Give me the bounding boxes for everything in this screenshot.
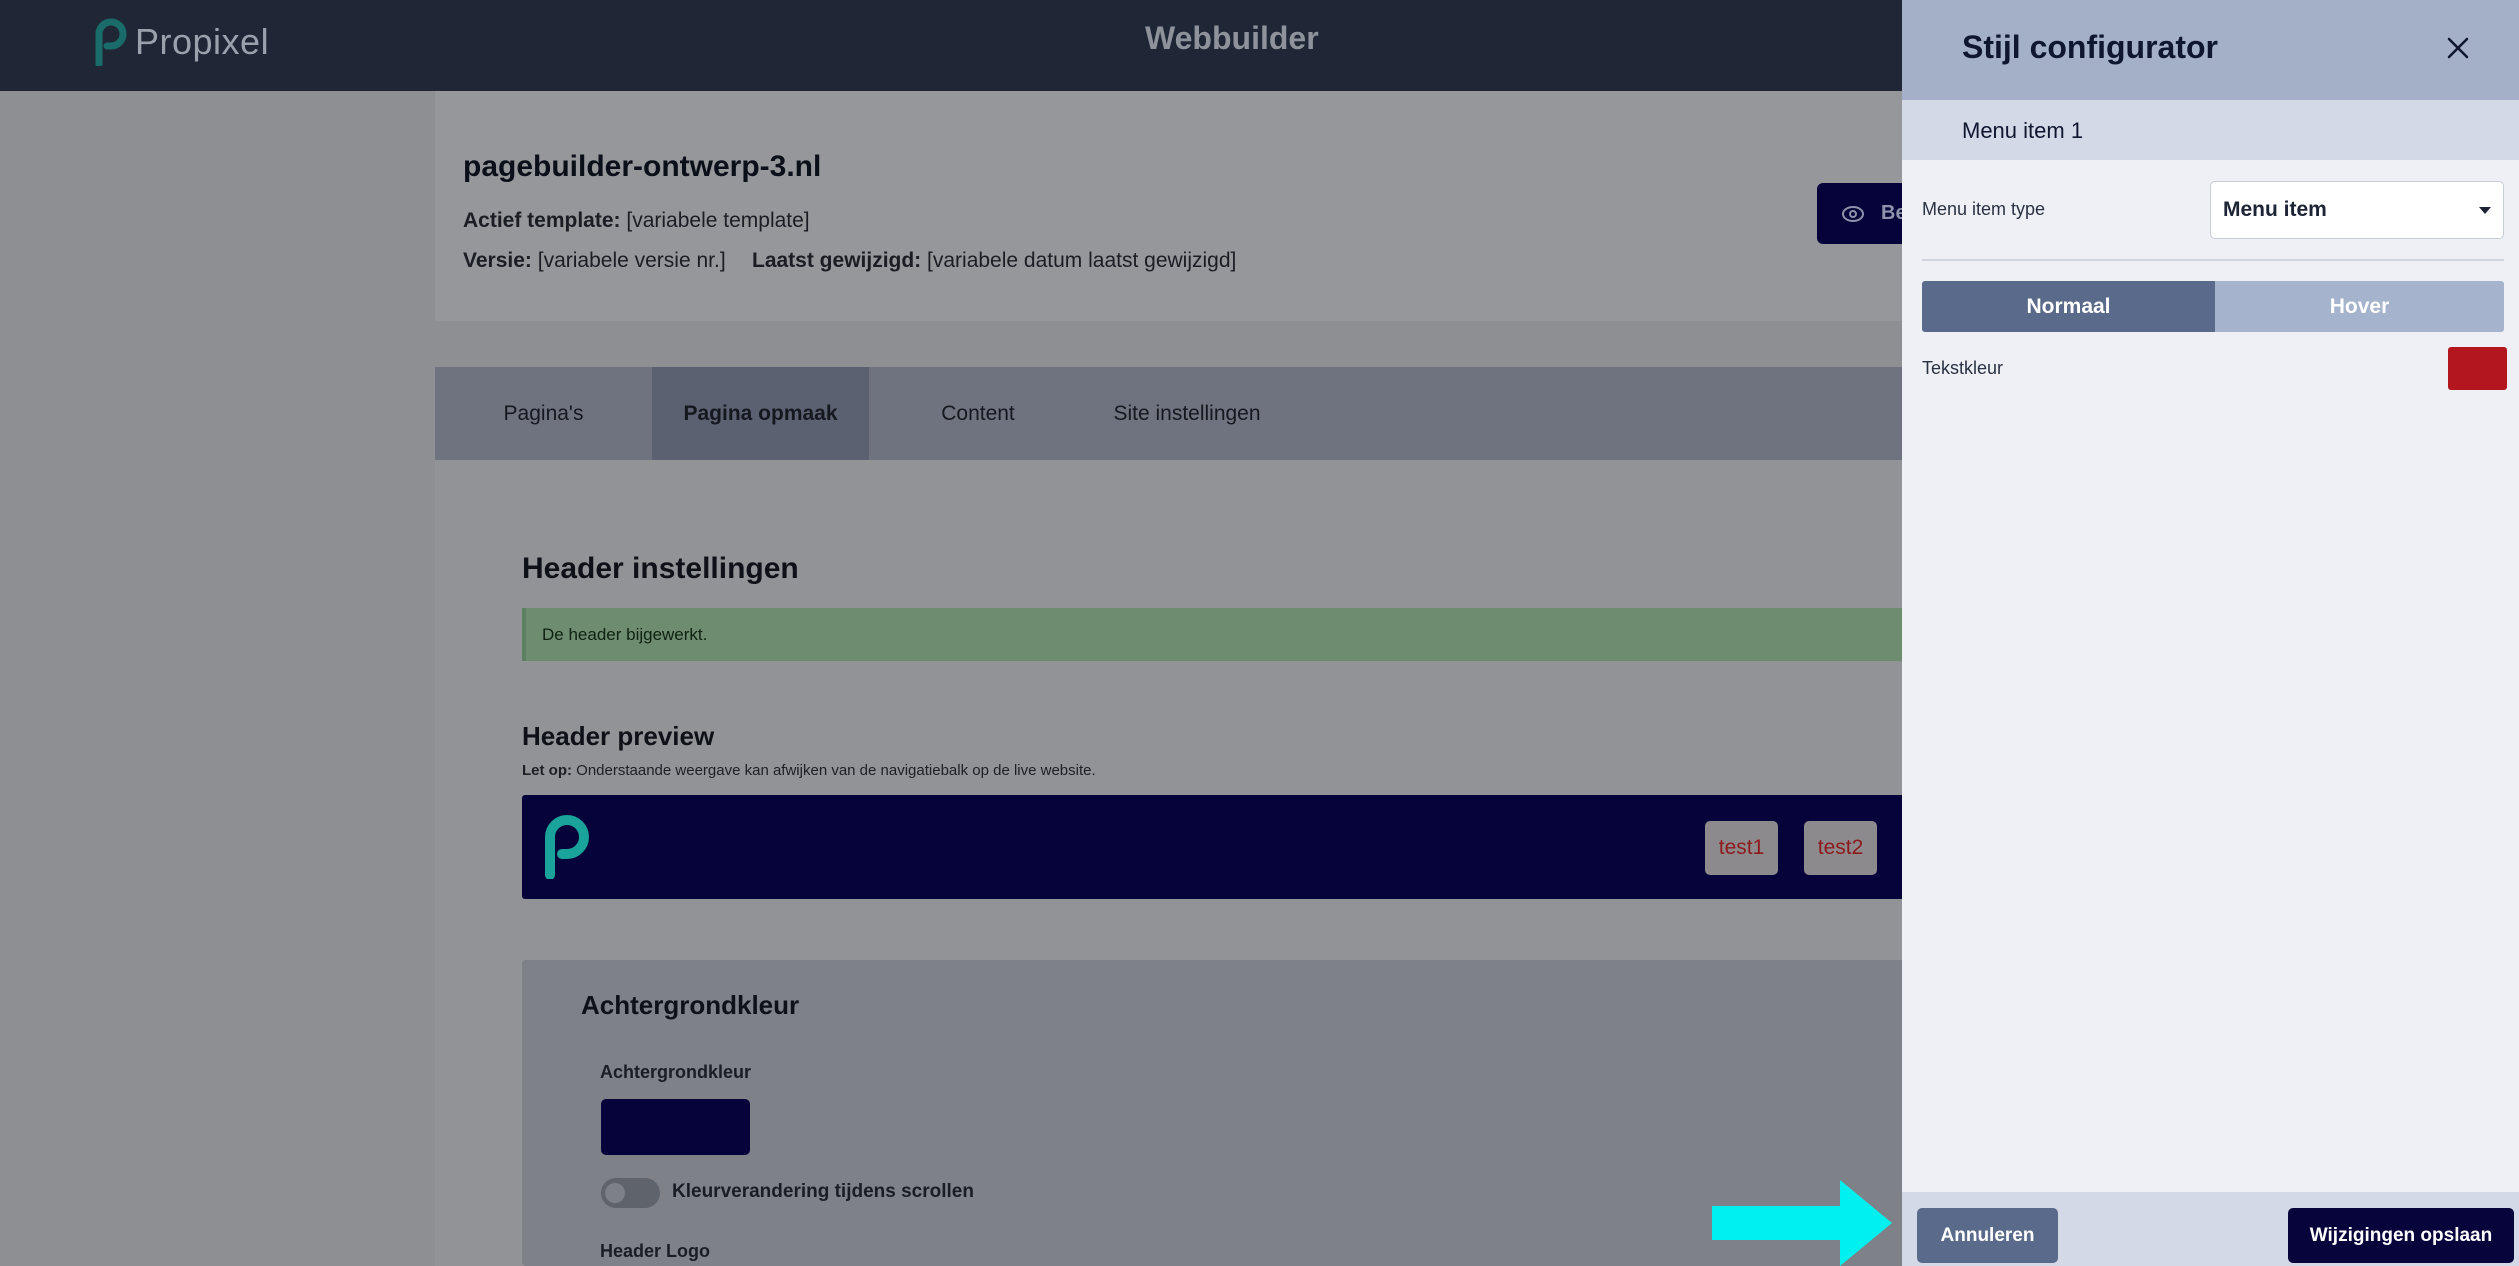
scroll-color-toggle-label: Kleurverandering tijdens scrollen [672, 1181, 974, 1202]
toggle-knob [605, 1183, 625, 1203]
cancel-button[interactable]: Annuleren [1917, 1208, 2058, 1263]
text-color-label: Tekstkleur [1922, 358, 2004, 378]
version-label: Versie: [463, 249, 532, 272]
note-text: Onderstaande weergave kan afwijken van d… [576, 762, 1096, 779]
modified-label: Laatst gewijzigd: [752, 249, 922, 272]
eye-icon [1842, 205, 1864, 222]
tab-bar: Pagina's Pagina opmaak Content Site inst… [435, 367, 1925, 460]
propixel-logo-icon [95, 18, 127, 66]
version-info: Versie: [variabele versie nr.] [463, 249, 726, 273]
site-name: pagebuilder-ontwerp-3.nl [463, 150, 822, 183]
preview-menu-item-2[interactable]: test2 [1804, 821, 1877, 875]
tab-paginas[interactable]: Pagina's [435, 367, 652, 460]
tab-hover-state[interactable]: Hover [2215, 281, 2504, 332]
panel-header: Stijl configurator [1902, 0, 2519, 100]
menu-item-type-label: Menu item type [1922, 199, 2046, 219]
modified-info: Laatst gewijzigd: [variabele datum laats… [752, 249, 1236, 273]
header-preview-title: Header preview [522, 721, 715, 751]
menu-item-name: Menu item 1 [1962, 118, 2084, 143]
panel-subheader: Menu item 1 [1902, 100, 2519, 160]
save-changes-button[interactable]: Wijzigingen opslaan [2288, 1208, 2514, 1263]
text-color-swatch[interactable] [2448, 347, 2507, 390]
tab-content[interactable]: Content [869, 367, 1087, 460]
success-alert: De header bijgewerkt. [522, 608, 1925, 661]
background-color-swatch[interactable] [601, 1099, 750, 1155]
scroll-color-toggle[interactable] [601, 1178, 660, 1208]
template-value: [variabele template] [626, 209, 810, 232]
template-label: Actief template: [463, 209, 621, 232]
tab-normal-state[interactable]: Normaal [1922, 281, 2215, 332]
tab-pagina-opmaak[interactable]: Pagina opmaak [652, 367, 869, 460]
preview-logo-icon [545, 815, 589, 879]
chevron-down-icon [2479, 207, 2491, 214]
close-icon[interactable] [2440, 30, 2476, 66]
site-info-card [435, 91, 1925, 321]
background-card-title: Achtergrondkleur [581, 990, 800, 1020]
divider [1922, 259, 2504, 261]
header-settings-title: Header instellingen [522, 552, 799, 585]
propixel-logo[interactable]: Propixel [95, 18, 269, 66]
menu-item-type-select[interactable]: Menu item [2210, 181, 2504, 239]
logo-text: Propixel [135, 21, 270, 62]
header-logo-label: Header Logo [600, 1241, 711, 1261]
style-configurator-panel: Stijl configurator Menu item 1 Menu item… [1902, 0, 2519, 1266]
template-info: Actief template: [variabele template] [463, 209, 810, 233]
version-value: [variabele versie nr.] [537, 249, 726, 272]
preview-menu-item-1[interactable]: test1 [1705, 821, 1778, 875]
tab-site-instellingen[interactable]: Site instellingen [1087, 367, 1287, 460]
menu-item-type-value: Menu item [2223, 198, 2327, 221]
panel-title: Stijl configurator [1962, 29, 2218, 65]
modified-value: [variabele datum laatst gewijzigd] [927, 249, 1237, 272]
header-preview: test1 test2 [522, 795, 1925, 899]
pointer-arrow-icon [1712, 1180, 1892, 1266]
preview-note: Let op: Onderstaande weergave kan afwijk… [522, 762, 1096, 779]
background-color-label: Achtergrondkleur [600, 1062, 752, 1082]
note-label: Let op: [522, 762, 572, 779]
app-title: Webbuilder [1145, 20, 1319, 56]
